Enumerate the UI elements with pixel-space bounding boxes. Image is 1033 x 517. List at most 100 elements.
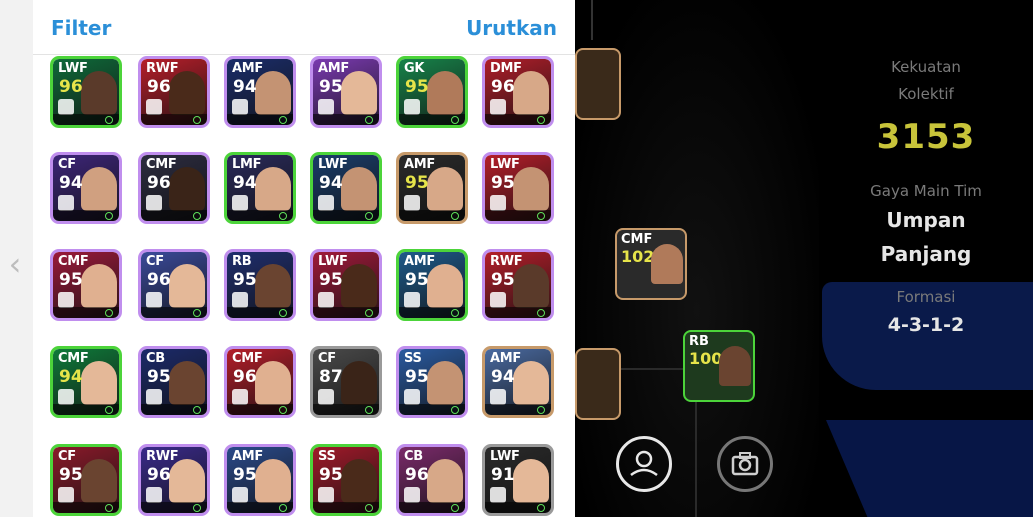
- skill-dot-icon: [537, 406, 545, 414]
- player-card[interactable]: LWF 96: [50, 56, 122, 128]
- player-photo: [81, 71, 117, 115]
- camera-button[interactable]: [717, 436, 773, 492]
- player-card[interactable]: RB 95: [224, 249, 296, 321]
- chevron-left-icon[interactable]: ‹: [4, 246, 26, 282]
- pitch-player-card[interactable]: RB 100: [683, 330, 755, 402]
- player-card[interactable]: CF 94: [50, 152, 122, 224]
- player-photo: [513, 167, 549, 211]
- player-card[interactable]: CB 95: [138, 346, 210, 418]
- player-card[interactable]: AMF 95: [310, 56, 382, 128]
- rating-value: 102: [621, 247, 655, 266]
- player-card[interactable]: CB 96: [396, 444, 468, 516]
- player-photo: [341, 167, 377, 211]
- camera-icon: [731, 452, 759, 476]
- player-card[interactable]: RWF 95: [482, 249, 554, 321]
- card-footer: [399, 307, 465, 318]
- position-label: LWF: [58, 61, 88, 76]
- club-badge-icon: [58, 389, 74, 405]
- style-value: Umpan: [886, 208, 966, 232]
- position-label: LWF: [490, 157, 520, 172]
- skill-dot-icon: [451, 212, 459, 220]
- rating-value: 96: [491, 77, 515, 97]
- position-label: GK: [404, 61, 425, 76]
- rating-value: 95: [319, 465, 343, 485]
- pitch-player-card[interactable]: [575, 348, 621, 420]
- sort-button[interactable]: Urutkan: [466, 16, 557, 40]
- position-label: CB: [146, 351, 165, 366]
- player-card[interactable]: CMF 94: [50, 346, 122, 418]
- player-card[interactable]: AMF 94: [482, 346, 554, 418]
- card-footer: [53, 210, 119, 221]
- skill-dot-icon: [537, 116, 545, 124]
- club-badge-icon: [490, 389, 506, 405]
- player-card[interactable]: AMF 94: [224, 56, 296, 128]
- power-label: Kekuatan: [891, 58, 961, 76]
- player-photo: [169, 361, 205, 405]
- club-badge-icon: [318, 195, 334, 211]
- player-photo: [255, 459, 291, 503]
- player-card[interactable]: CF 95: [50, 444, 122, 516]
- left-gutter: ‹: [0, 0, 33, 517]
- formation-value[interactable]: 4-3-1-2: [819, 314, 1033, 336]
- player-card[interactable]: LWF 94: [310, 152, 382, 224]
- club-badge-icon: [404, 389, 420, 405]
- skill-dot-icon: [193, 212, 201, 220]
- pitch-player-card[interactable]: CMF 102: [615, 228, 687, 300]
- position-label: RB: [689, 334, 709, 349]
- pitch-player-card[interactable]: [575, 48, 621, 120]
- club-badge-icon: [146, 389, 162, 405]
- player-card[interactable]: RWF 96: [138, 444, 210, 516]
- player-photo: [513, 71, 549, 115]
- rating-value: 94: [491, 367, 515, 387]
- player-photo: [427, 361, 463, 405]
- player-card[interactable]: LMF 94: [224, 152, 296, 224]
- player-photo: [169, 459, 205, 503]
- club-badge-icon: [146, 195, 162, 211]
- player-card[interactable]: LWF 95: [482, 152, 554, 224]
- position-label: LWF: [318, 157, 348, 172]
- card-footer: [53, 404, 119, 415]
- position-label: SS: [318, 449, 336, 464]
- player-photo: [427, 167, 463, 211]
- card-footer: [399, 502, 465, 513]
- player-card[interactable]: DMF 96: [482, 56, 554, 128]
- pitch-line: [591, 0, 593, 40]
- player-card[interactable]: GK 95: [396, 56, 468, 128]
- player-card[interactable]: AMF 95: [396, 152, 468, 224]
- player-card[interactable]: AMF 95: [224, 444, 296, 516]
- club-badge-icon: [232, 99, 248, 115]
- player-card[interactable]: CF 87: [310, 346, 382, 418]
- position-label: CMF: [58, 254, 89, 269]
- rating-value: 95: [491, 270, 515, 290]
- player-photo: [81, 361, 117, 405]
- card-footer: [141, 307, 207, 318]
- player-card[interactable]: LWF 91: [482, 444, 554, 516]
- player-view-button[interactable]: [616, 436, 672, 492]
- club-badge-icon: [146, 292, 162, 308]
- player-card[interactable]: AMF 95: [396, 249, 468, 321]
- player-card[interactable]: SS 95: [396, 346, 468, 418]
- player-card[interactable]: CF 96: [138, 249, 210, 321]
- rating-value: 95: [147, 367, 171, 387]
- player-card[interactable]: CMF 95: [50, 249, 122, 321]
- player-photo: [255, 167, 291, 211]
- rating-value: 94: [233, 77, 257, 97]
- player-card[interactable]: RWF 96: [138, 56, 210, 128]
- player-photo: [255, 71, 291, 115]
- card-footer: [399, 210, 465, 221]
- player-photo: [341, 264, 377, 308]
- player-card[interactable]: CMF 96: [138, 152, 210, 224]
- club-badge-icon: [490, 195, 506, 211]
- filter-button[interactable]: Filter: [51, 16, 111, 40]
- player-card[interactable]: LWF 95: [310, 249, 382, 321]
- card-footer: [227, 307, 293, 318]
- card-footer: [53, 114, 119, 125]
- position-label: CF: [146, 254, 164, 269]
- position-label: CMF: [58, 351, 89, 366]
- player-card[interactable]: SS 95: [310, 444, 382, 516]
- player-card[interactable]: CMF 96: [224, 346, 296, 418]
- skill-dot-icon: [365, 309, 373, 317]
- club-badge-icon: [490, 99, 506, 115]
- position-label: RWF: [490, 254, 523, 269]
- club-badge-icon: [58, 292, 74, 308]
